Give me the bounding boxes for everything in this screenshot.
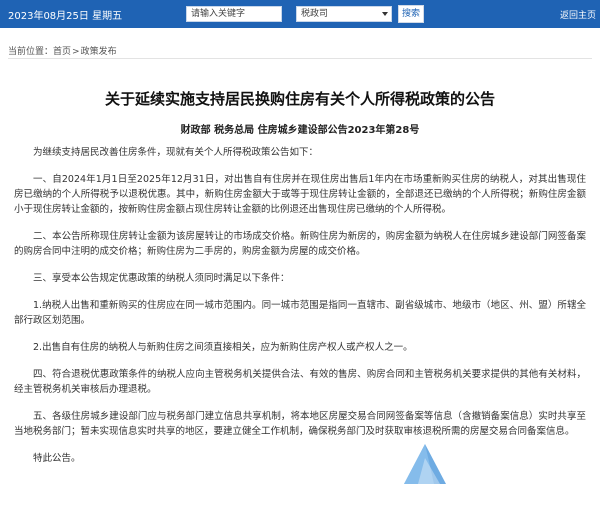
article-paragraph: 三、享受本公告规定优惠政策的纳税人须同时满足以下条件：: [33, 273, 290, 284]
article-paragraph: 四、符合退税优惠政策条件的纳税人应向主管税务机关提供合法、有效的售房、购房合同和…: [14, 369, 586, 395]
breadcrumb-section-link[interactable]: 政策发布: [81, 47, 117, 57]
breadcrumb-prefix: 当前位置：: [8, 47, 54, 57]
department-select[interactable]: 税政司: [296, 6, 392, 22]
article-body: 为继续支持居民改善住房条件，现就有关个人所得税政策公告如下： 一、自2024年1…: [14, 145, 586, 478]
top-header-bar: 2023年08月25日 星期五 请输入关键字 税政司 搜索 返回主页: [0, 0, 600, 28]
triangle-logo-icon: [404, 444, 446, 484]
page-title: 关于延续实施支持居民换购住房有关个人所得税政策的公告: [104, 90, 495, 108]
article-paragraph: 2.出售自有住房的纳税人与新购住房之间须直接相关，应为新购住房产权人或产权人之一…: [33, 342, 413, 353]
home-link[interactable]: 返回主页: [560, 8, 596, 21]
article-paragraph: 五、各级住房城乡建设部门应与税务部门建立信息共享机制，将本地区房屋交易合同网签备…: [14, 411, 586, 437]
article-paragraph: 1.纳税人出售和重新购买的住房应在同一城市范围内。同一城市范围是指同一直辖市、副…: [14, 300, 586, 326]
department-select-value: 税政司: [301, 9, 329, 19]
search-input[interactable]: 请输入关键字: [186, 6, 282, 22]
article-paragraph: 一、自2024年1月1日至2025年12月31日，对出售自有住房并在现住房出售后…: [14, 174, 586, 215]
breadcrumb-separator: >: [72, 47, 80, 57]
breadcrumb: 当前位置：首页>政策发布: [8, 44, 117, 57]
article-paragraph: 特此公告。: [33, 453, 81, 464]
chevron-down-icon: [382, 12, 388, 16]
search-button[interactable]: 搜索: [398, 5, 424, 23]
breadcrumb-home-link[interactable]: 首页: [53, 47, 71, 57]
current-date: 2023年08月25日 星期五: [8, 11, 123, 22]
document-number: 财政部 税务总局 住房城乡建设部公告2023年第28号: [180, 125, 420, 136]
article-paragraph: 二、本公告所称现住房转让金额为该房屋转让的市场成交价格。新购住房为新房的，购房金…: [14, 231, 586, 257]
article-paragraph: 为继续支持居民改善住房条件，现就有关个人所得税政策公告如下：: [33, 147, 319, 158]
divider: [8, 58, 592, 59]
